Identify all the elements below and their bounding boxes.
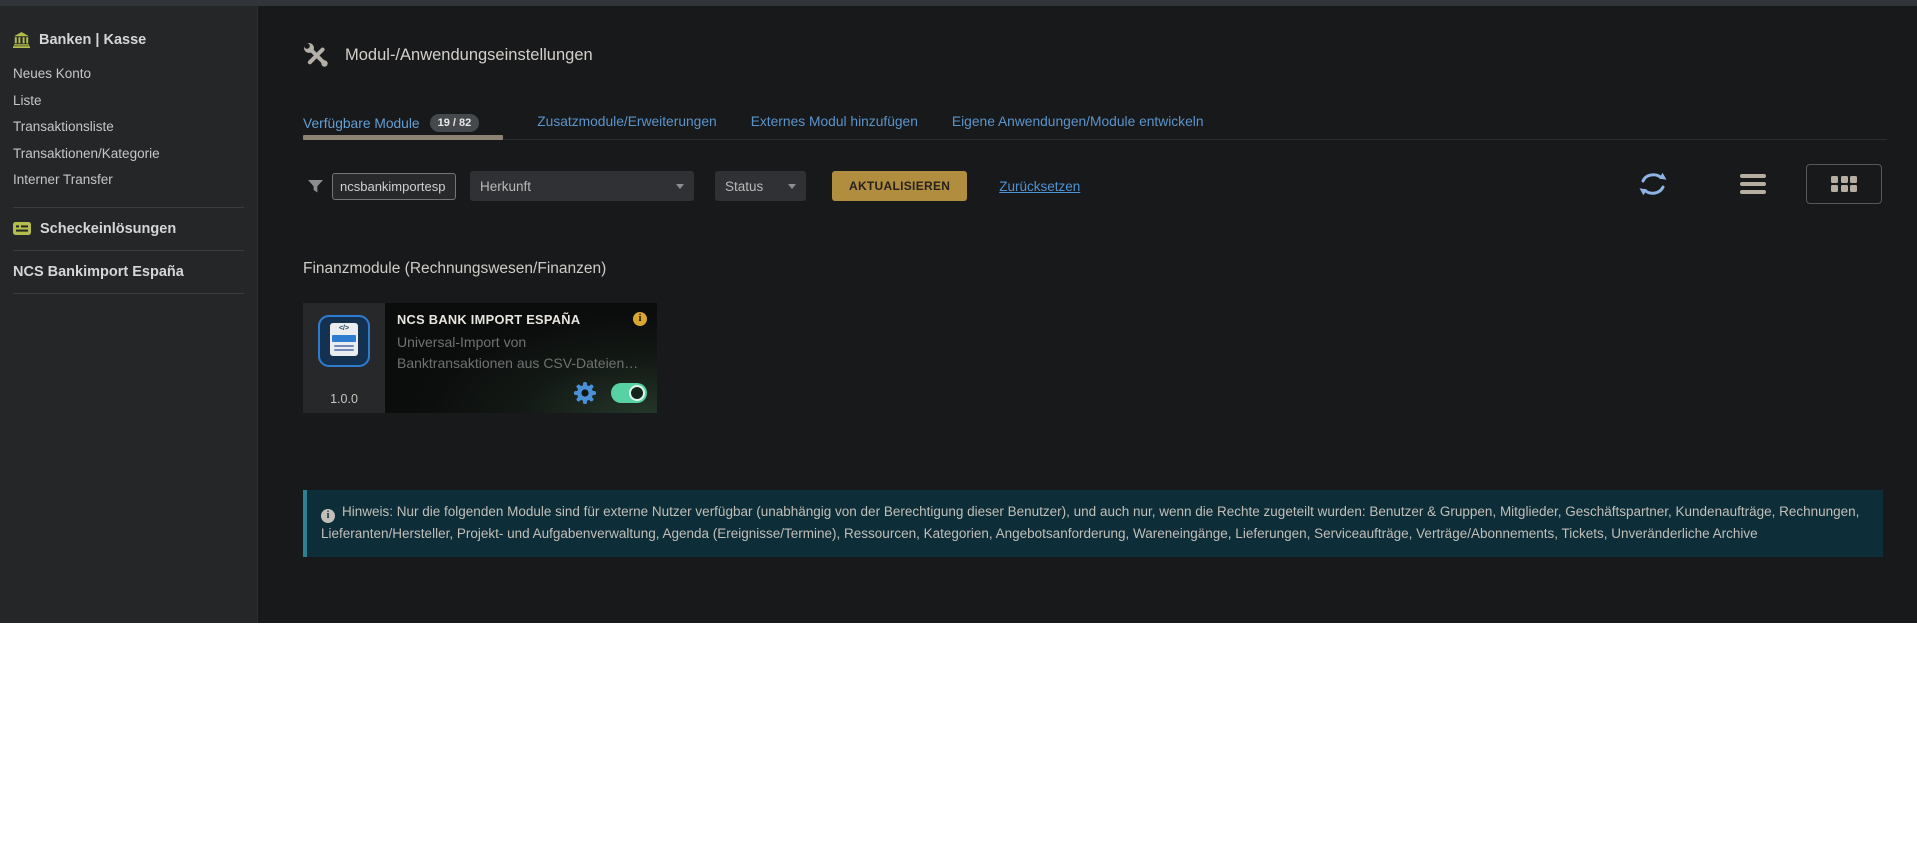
- module-card-left: </> 1.0.0: [303, 303, 385, 413]
- module-logo: </>: [318, 315, 370, 367]
- tab-label: Verfügbare Module: [303, 115, 420, 131]
- module-controls: [573, 381, 647, 405]
- section-title: Finanzmodule (Rechnungswesen/Finanzen): [303, 260, 607, 277]
- grid-view-icon: [1831, 175, 1857, 193]
- info-icon[interactable]: i: [633, 312, 647, 326]
- chevron-down-icon: [788, 183, 796, 189]
- sidebar-section-label: Scheckeinlösungen: [40, 220, 177, 237]
- list-view-icon[interactable]: [1740, 174, 1766, 194]
- sidebar-section-label: Banken | Kasse: [39, 32, 147, 48]
- grid-view-button[interactable]: [1806, 164, 1882, 204]
- sidebar-section-banken-kasse[interactable]: Banken | Kasse: [13, 32, 244, 48]
- sidebar-section-scheckeinloesungen[interactable]: Scheckeinlösungen: [13, 221, 244, 237]
- tab-externes-modul[interactable]: Externes Modul hinzufügen: [751, 90, 918, 139]
- tab-eigene-anwendungen[interactable]: Eigene Anwendungen/Module entwickeln: [952, 90, 1204, 139]
- chevron-down-icon: [676, 183, 684, 189]
- notice-text: Hinweis: Nur die folgenden Module sind f…: [321, 504, 1860, 541]
- filter-icon: [307, 179, 324, 194]
- module-enabled-toggle[interactable]: [611, 383, 647, 403]
- money-check-icon: [13, 222, 31, 235]
- status-select-value: Status: [725, 178, 764, 194]
- status-select[interactable]: Status: [715, 171, 806, 201]
- page-header: Modul-/Anwendungseinstellungen: [303, 42, 593, 69]
- sidebar-section-ncs-bankimport[interactable]: NCS Bankimport España: [13, 264, 244, 280]
- sidebar-section-label: NCS Bankimport España: [13, 263, 184, 280]
- tab-bar: Verfügbare Module 19 / 82 Zusatzmodule/E…: [303, 90, 1887, 140]
- origin-select-value: Herkunft: [480, 178, 532, 194]
- bank-icon: [13, 32, 30, 48]
- sidebar: Banken | Kasse Neues Konto Liste Transak…: [0, 6, 258, 623]
- module-count-badge: 19 / 82: [429, 114, 480, 132]
- refresh-icon[interactable]: [1638, 170, 1668, 198]
- tab-zusatzmodule[interactable]: Zusatzmodule/Erweiterungen: [537, 90, 716, 139]
- module-title: NCS BANK IMPORT ESPAÑA: [397, 312, 581, 327]
- sidebar-item-neues-konto[interactable]: Neues Konto: [13, 61, 244, 88]
- main-content: Modul-/Anwendungseinstellungen Verfügbar…: [258, 6, 1917, 623]
- update-button[interactable]: AKTUALISIEREN: [832, 171, 968, 201]
- info-icon: i: [321, 509, 335, 523]
- reset-link[interactable]: Zurücksetzen: [999, 179, 1080, 194]
- sidebar-item-liste[interactable]: Liste: [13, 88, 244, 115]
- notice-banner: i Hinweis: Nur die folgenden Module sind …: [303, 490, 1883, 557]
- toggle-knob: [629, 385, 645, 401]
- origin-select[interactable]: Herkunft: [470, 171, 694, 201]
- module-card: </> 1.0.0 NCS BANK IMPORT ESPAÑA i Unive…: [303, 303, 657, 413]
- page-title: Modul-/Anwendungseinstellungen: [345, 46, 593, 64]
- filter-bar: Herkunft Status AKTUALISIEREN Zurücksetz…: [307, 170, 1080, 202]
- module-card-body: NCS BANK IMPORT ESPAÑA i Universal-Impor…: [385, 303, 657, 413]
- sidebar-divider: [13, 292, 244, 294]
- tab-verfuegbare-module[interactable]: Verfügbare Module 19 / 82: [303, 90, 504, 140]
- module-description: Universal-Import von Banktransaktionen a…: [397, 334, 639, 371]
- sidebar-nav: Neues Konto Liste Transaktionsliste Tran…: [13, 61, 244, 194]
- sidebar-item-transaktionsliste[interactable]: Transaktionsliste: [13, 114, 244, 141]
- gear-icon[interactable]: [573, 381, 597, 405]
- sidebar-item-transaktionen-kategorie[interactable]: Transaktionen/Kategorie: [13, 141, 244, 168]
- tools-icon: [303, 42, 330, 69]
- view-toolbar: [1638, 162, 1882, 206]
- sidebar-divider: [13, 249, 244, 251]
- sidebar-item-interner-transfer[interactable]: Interner Transfer: [13, 167, 244, 194]
- module-version: 1.0.0: [330, 392, 358, 406]
- module-search-input[interactable]: [332, 172, 456, 200]
- sidebar-divider: [13, 206, 244, 208]
